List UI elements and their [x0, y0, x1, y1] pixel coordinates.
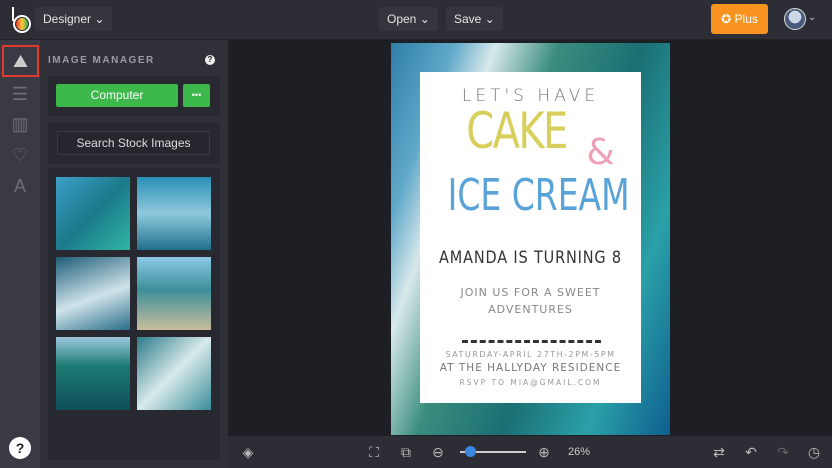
fit-screen-icon[interactable]: ⛶	[365, 443, 383, 461]
design-canvas[interactable]: LET'S HAVE CAKE & ICE CREAM AMANDA IS TU…	[391, 43, 670, 435]
location-text: AT THE HALLYDAY RESIDENCE	[439, 362, 622, 374]
chevron-down-icon: ⌄	[419, 12, 430, 26]
adventures-text: ADVENTURES	[488, 303, 573, 316]
dashed-divider	[462, 340, 601, 343]
save-label: Save	[454, 12, 482, 26]
redo-icon[interactable]: ↷	[774, 443, 792, 461]
avatar[interactable]	[784, 8, 806, 30]
image-thumbnail[interactable]	[137, 177, 211, 250]
image-manager-panel: IMAGE MANAGER ? Computer ••• Search Stoc…	[40, 40, 228, 468]
zoom-in-icon[interactable]: ⊕	[535, 443, 553, 461]
designer-menu[interactable]: Designer ⌄	[35, 7, 113, 31]
top-bar: Designer ⌄ Open ⌄ Save ⌄ ✪ Plus ⌄	[0, 0, 832, 40]
designer-label: Designer	[43, 12, 92, 26]
frames-icon[interactable]: ▥	[8, 112, 32, 136]
name-text: AMANDA IS TURNING 8	[439, 248, 622, 268]
stock-box: Search Stock Images	[48, 122, 220, 164]
zoom-level: 26%	[568, 446, 591, 458]
more-button[interactable]: •••	[183, 84, 210, 107]
invitation-card: LET'S HAVE CAKE & ICE CREAM AMANDA IS TU…	[420, 72, 641, 403]
zoom-slider-handle[interactable]	[465, 446, 477, 457]
image-thumbnail[interactable]	[137, 337, 211, 410]
plus-label: Plus	[734, 12, 758, 26]
heart-icon[interactable]: ♡	[8, 143, 32, 167]
tool-rail: ⛰ ☰ ▥ ♡ A	[0, 40, 40, 468]
thumbnail-grid	[48, 168, 220, 460]
open-label: Open	[387, 12, 417, 26]
ampersand-text: &	[586, 132, 615, 173]
date-text: SATURDAY-APRIL 27TH-2PM-5PM	[445, 350, 616, 359]
bottom-toolbar: ◈ ⛶ ⧉ ⊖ ⊕ 26% ⇄ ↶ ↷ ◷	[228, 436, 832, 468]
rsvp-text: RSVP TO MIA@GMAIL.COM	[459, 378, 602, 387]
zoom-slider[interactable]	[460, 446, 526, 457]
image-thumbnail[interactable]	[56, 177, 130, 250]
search-stock-images-button[interactable]: Search Stock Images	[57, 131, 210, 155]
question-icon[interactable]: ?	[205, 55, 215, 65]
ice-cream-text: ICE CREAM	[447, 170, 630, 221]
help-icon[interactable]: ?	[9, 437, 31, 459]
join-text: JOIN US FOR A SWEET	[460, 286, 601, 299]
app-logo[interactable]	[10, 7, 32, 33]
image-manager-icon[interactable]: ⛰	[2, 45, 39, 77]
undo-icon[interactable]: ↶	[742, 443, 760, 461]
adjust-icon[interactable]: ☰	[8, 82, 32, 106]
swap-icon[interactable]: ⇄	[710, 443, 728, 461]
open-menu[interactable]: Open ⌄	[379, 7, 438, 31]
image-thumbnail[interactable]	[137, 257, 211, 330]
star-icon: ✪	[721, 12, 732, 26]
chevron-down-icon: ⌄	[94, 12, 105, 26]
text-icon[interactable]: A	[8, 174, 32, 198]
upload-box: Computer •••	[48, 76, 220, 116]
image-thumbnail[interactable]	[56, 337, 130, 410]
plus-button[interactable]: ✪ Plus	[711, 4, 768, 34]
layers-icon[interactable]: ◈	[239, 443, 257, 461]
computer-button[interactable]: Computer	[56, 84, 178, 107]
chevron-down-icon[interactable]: ⌄	[808, 12, 816, 23]
history-icon[interactable]: ◷	[805, 443, 823, 461]
panel-title: IMAGE MANAGER	[48, 55, 155, 66]
save-menu[interactable]: Save ⌄	[446, 7, 503, 31]
expand-icon[interactable]: ⧉	[397, 443, 415, 461]
image-thumbnail[interactable]	[56, 257, 130, 330]
chevron-down-icon: ⌄	[484, 12, 495, 26]
zoom-out-icon[interactable]: ⊖	[429, 443, 447, 461]
